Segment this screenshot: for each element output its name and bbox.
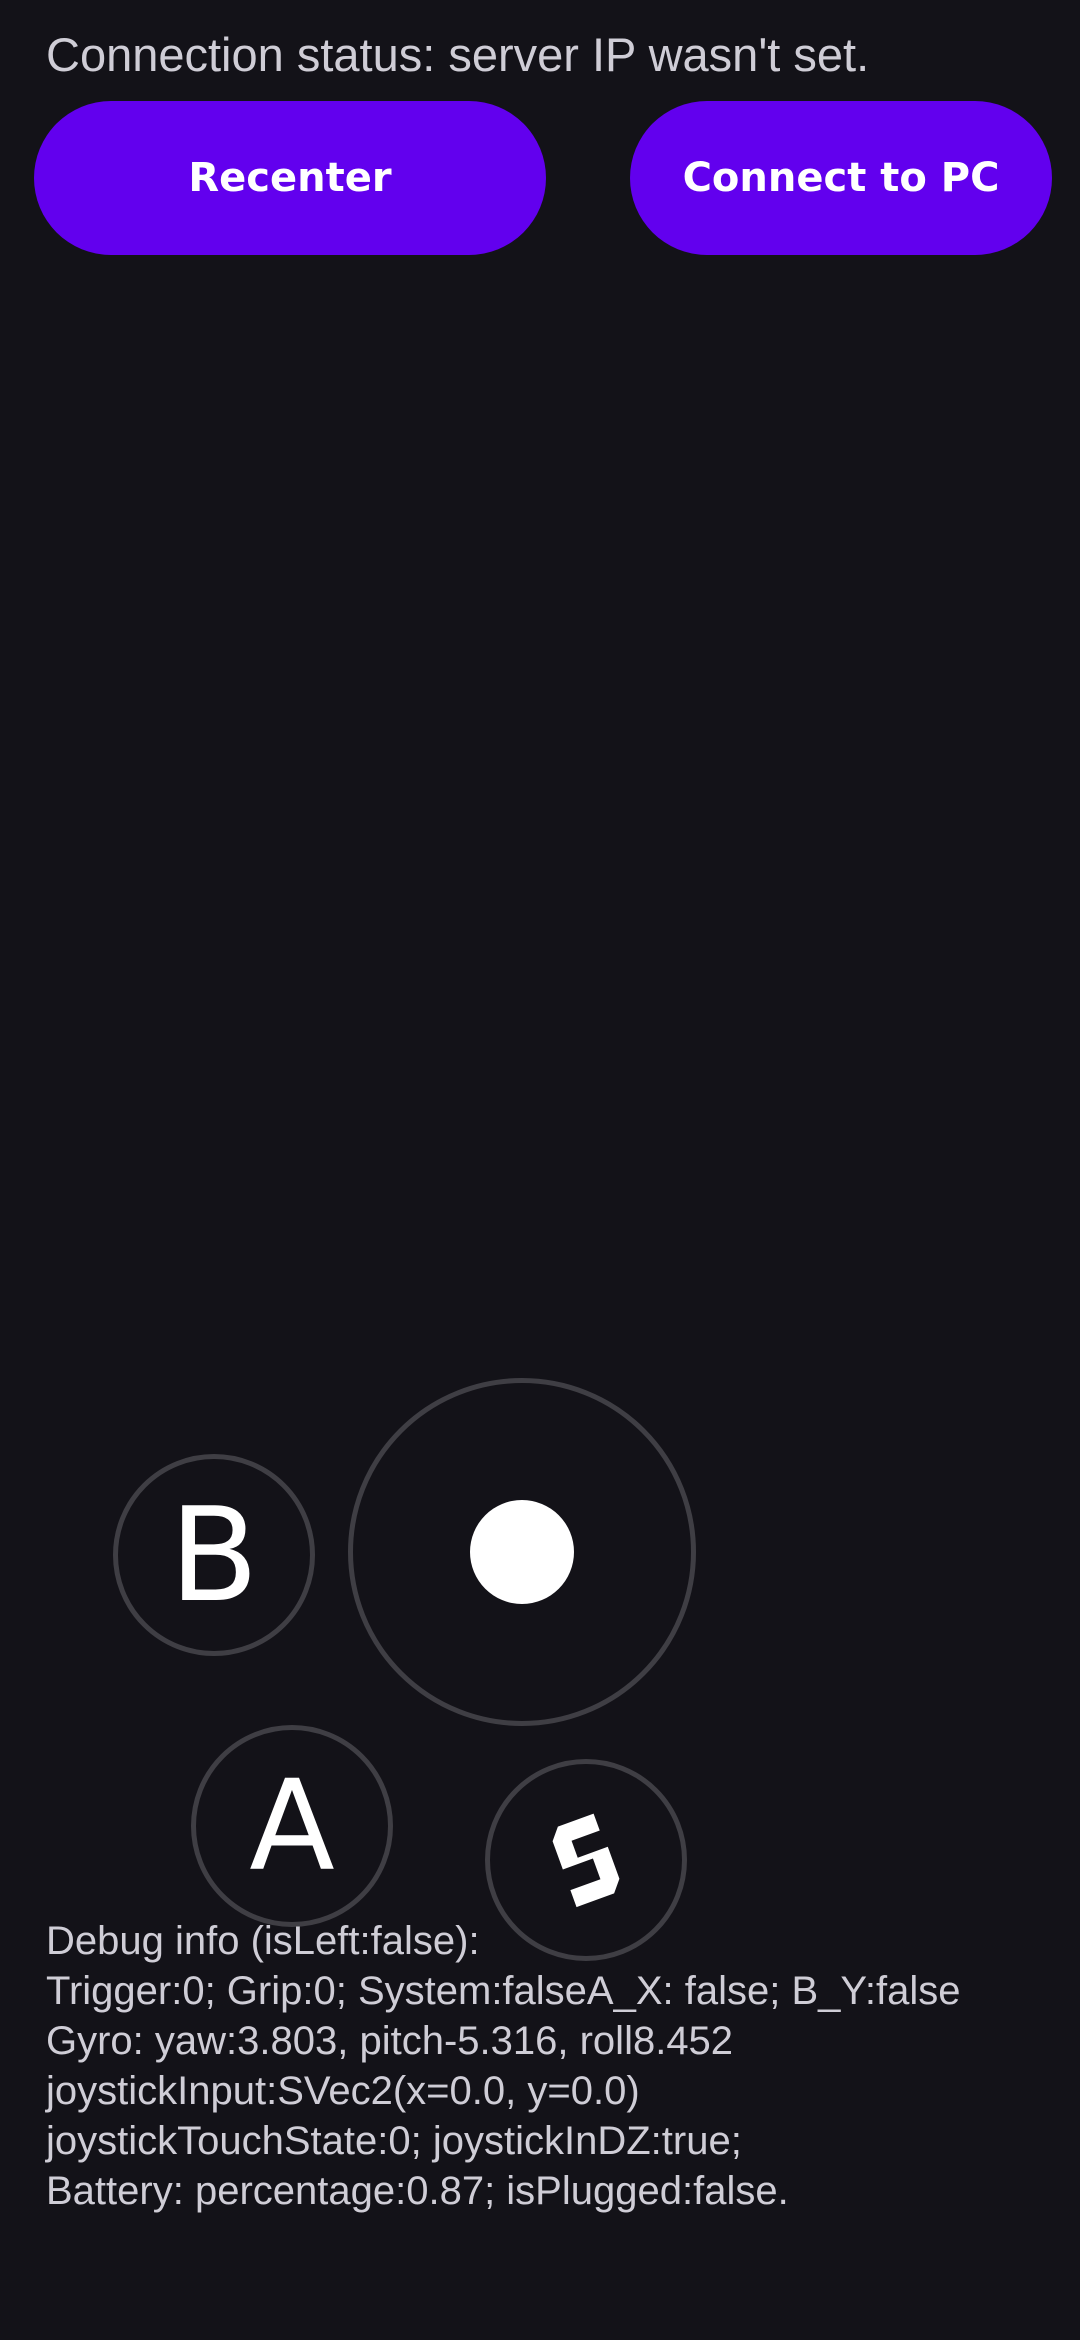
debug-line: Trigger:0; Grip:0; System:falseA_X: fals…: [46, 1969, 961, 2013]
a-button[interactable]: A: [191, 1725, 393, 1927]
joystick-knob[interactable]: [470, 1500, 574, 1604]
joystick[interactable]: [348, 1378, 696, 1726]
debug-line: joystickInput:SVec2(x=0.0, y=0.0): [46, 2069, 640, 2113]
debug-line: Gyro: yaw:3.803, pitch-5.316, roll8.452: [46, 2019, 734, 2063]
s-logo-icon: [552, 1813, 620, 1908]
debug-line: joystickTouchState:0; joystickInDZ:true;: [46, 2119, 742, 2163]
connect-to-pc-button[interactable]: Connect to PC: [630, 101, 1052, 255]
connection-status-text: Connection status: server IP wasn't set.: [46, 28, 870, 81]
a-button-label: A: [249, 1753, 335, 1899]
recenter-button[interactable]: Recenter: [34, 101, 546, 255]
debug-info: Debug info (isLeft:false): Trigger:0; Gr…: [46, 1916, 960, 2216]
b-button-label: B: [169, 1479, 259, 1631]
b-button[interactable]: B: [113, 1454, 315, 1656]
debug-line: Debug info (isLeft:false):: [46, 1919, 480, 1963]
debug-line: Battery: percentage:0.87; isPlugged:fals…: [46, 2169, 789, 2213]
